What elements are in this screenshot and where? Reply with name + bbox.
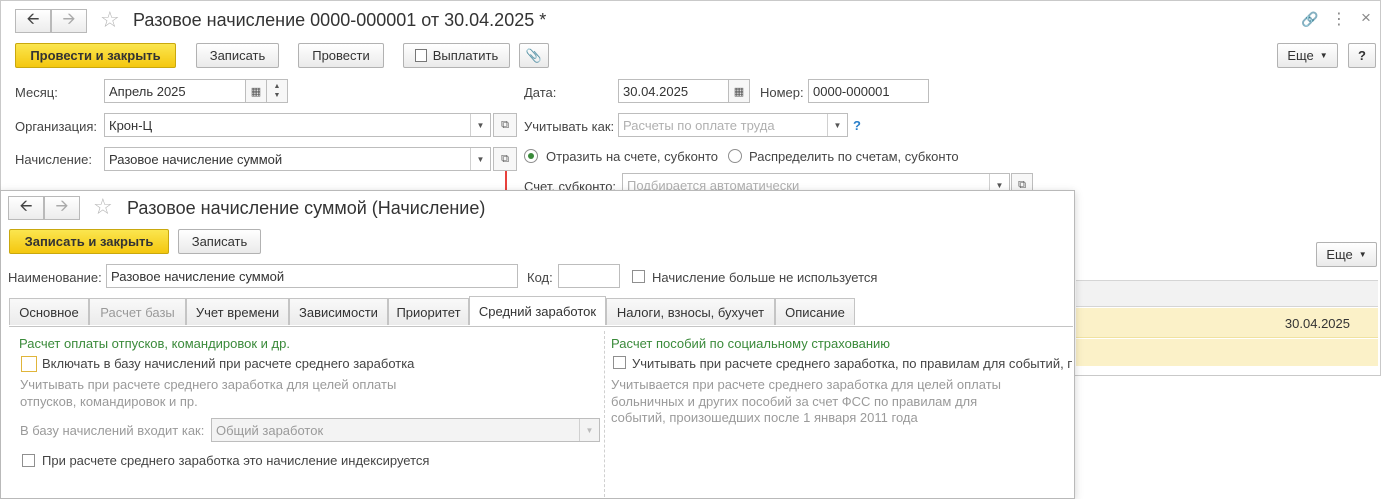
vacation-hint-line2: отпусков, командировок и пр. xyxy=(20,394,198,409)
favorite-star-icon[interactable]: ☆ xyxy=(100,9,120,31)
save-and-close-button[interactable]: Записать и закрыть xyxy=(9,229,169,254)
open-accrual-button[interactable]: ⧉ xyxy=(493,147,517,171)
organization-select[interactable]: Крон-Ц ▼ xyxy=(104,113,491,137)
radio-distribute-label: Распределить по счетам, субконто xyxy=(749,149,959,164)
table-more-button[interactable]: Еще ▼ xyxy=(1316,242,1377,267)
menu-dots-icon[interactable]: ⋮ xyxy=(1331,9,1347,29)
document-icon xyxy=(414,49,427,62)
account-as-label: Учитывать как: xyxy=(524,119,615,134)
account-as-select[interactable]: Расчеты по оплате труда ▼ xyxy=(618,113,848,137)
document-title: Разовое начисление 0000-000001 от 30.04.… xyxy=(133,10,547,30)
not-used-checkbox[interactable] xyxy=(632,270,645,283)
tab-bar: Основное Расчет базы Учет времени Зависи… xyxy=(9,296,1073,327)
social-insurance-heading: Расчет пособий по социальному страховани… xyxy=(611,336,891,351)
tab-priority[interactable]: Приоритет xyxy=(388,298,469,325)
include-base-label: Включать в базу начислений при расчете с… xyxy=(42,356,415,371)
date-input[interactable]: 30.04.2025 xyxy=(618,79,730,103)
indexed-checkbox[interactable] xyxy=(22,454,35,467)
favorite-star-icon[interactable]: ☆ xyxy=(93,196,113,218)
chevron-down-icon: ▼ xyxy=(470,148,490,170)
table-row[interactable]: 30.04.2025 xyxy=(1076,308,1378,338)
more-button[interactable]: Еще ▼ xyxy=(1277,43,1338,68)
pay-button[interactable]: Выплатить xyxy=(403,43,510,68)
table-row[interactable] xyxy=(1076,339,1378,366)
accrual-window: 🡨 🡪 ☆ Разовое начисление суммой (Начисле… xyxy=(0,190,1075,499)
code-label: Код: xyxy=(527,270,553,285)
organization-label: Организация: xyxy=(15,119,98,134)
date-label: Дата: xyxy=(524,85,557,100)
save-button[interactable]: Записать xyxy=(178,229,261,254)
open-window-icon: ⧉ xyxy=(501,152,509,165)
code-input[interactable] xyxy=(558,264,620,288)
vacation-section-heading: Расчет оплаты отпусков, командировок и д… xyxy=(19,336,290,351)
close-icon[interactable]: × xyxy=(1361,8,1371,28)
tab-description[interactable]: Описание xyxy=(775,298,855,325)
base-as-select[interactable]: Общий заработок ▼ xyxy=(211,418,600,442)
base-as-label: В базу начислений входит как: xyxy=(20,423,205,438)
open-organization-button[interactable]: ⧉ xyxy=(493,113,517,137)
help-button[interactable]: ? xyxy=(1348,43,1376,68)
chevron-down-icon: ▼ xyxy=(579,419,599,441)
account-as-help-link[interactable]: ? xyxy=(853,118,861,133)
arrow-right-icon: 🡪 xyxy=(55,197,69,215)
column-divider xyxy=(604,331,605,497)
chevron-down-icon: ▼ xyxy=(273,92,281,99)
name-input[interactable]: Разовое начисление суммой xyxy=(106,264,518,288)
include-base-checkbox[interactable] xyxy=(21,356,37,372)
indexed-label: При расчете среднего заработка это начис… xyxy=(42,453,430,468)
tab-base-calculation[interactable]: Расчет базы xyxy=(89,298,186,325)
arrow-left-icon: 🡨 xyxy=(19,197,33,215)
calendar-icon: ▦ xyxy=(733,85,745,98)
calendar-icon: ▦ xyxy=(250,85,262,98)
back-button[interactable]: 🡨 xyxy=(15,9,51,33)
month-input[interactable]: Апрель 2025 xyxy=(104,79,246,103)
back-button[interactable]: 🡨 xyxy=(8,196,44,220)
link-icon[interactable]: 🔗 xyxy=(1301,11,1318,28)
post-button[interactable]: Провести xyxy=(298,43,384,68)
chevron-down-icon: ▼ xyxy=(470,114,490,136)
radio-distribute[interactable] xyxy=(728,149,742,163)
social-hint-line2: больничных и других пособий за счет ФСС … xyxy=(611,394,978,409)
arrow-right-icon: 🡪 xyxy=(62,10,76,28)
number-label: Номер: xyxy=(760,85,804,100)
accrual-window-title: Разовое начисление суммой (Начисление) xyxy=(127,198,486,218)
paperclip-icon: 📎 xyxy=(525,47,543,63)
not-used-label: Начисление больше не используется xyxy=(652,270,878,285)
month-stepper[interactable]: ▲ ▼ xyxy=(266,79,288,103)
consider-events-label: Учитывать при расчете среднего заработка… xyxy=(632,356,1072,371)
social-hint-line1: Учитывается при расчете среднего заработ… xyxy=(611,377,1001,392)
consider-events-checkbox[interactable] xyxy=(613,356,626,369)
number-input[interactable]: 0000-000001 xyxy=(808,79,929,103)
chevron-down-icon: ▼ xyxy=(1319,51,1328,60)
forward-button[interactable]: 🡪 xyxy=(44,196,80,220)
chevron-down-icon: ▼ xyxy=(1358,250,1367,259)
social-hint-line3: событий, произошедших после 1 января 201… xyxy=(611,410,918,425)
radio-reflect-on-account[interactable] xyxy=(524,149,538,163)
chevron-down-icon: ▼ xyxy=(827,114,847,136)
date-calendar-button[interactable]: ▦ xyxy=(728,79,750,103)
month-label: Месяц: xyxy=(15,85,58,100)
row-date: 30.04.2025 xyxy=(1284,316,1350,331)
accrual-select[interactable]: Разовое начисление суммой ▼ xyxy=(104,147,491,171)
tab-main[interactable]: Основное xyxy=(9,298,89,325)
accrual-label: Начисление: xyxy=(15,152,92,167)
attach-button[interactable]: 📎 xyxy=(519,43,549,68)
arrow-left-icon: 🡨 xyxy=(26,10,40,28)
open-window-icon: ⧉ xyxy=(501,118,509,131)
tab-time-accounting[interactable]: Учет времени xyxy=(186,298,289,325)
post-and-close-button[interactable]: Провести и закрыть xyxy=(15,43,176,68)
vacation-hint-line1: Учитывать при расчете среднего заработка… xyxy=(20,377,397,392)
name-label: Наименование: xyxy=(8,270,102,285)
chevron-up-icon: ▲ xyxy=(273,83,281,90)
calendar-button[interactable]: ▦ xyxy=(245,79,267,103)
save-button[interactable]: Записать xyxy=(196,43,279,68)
table-header xyxy=(1076,280,1378,307)
tab-dependencies[interactable]: Зависимости xyxy=(289,298,388,325)
tab-taxes[interactable]: Налоги, взносы, бухучет xyxy=(606,298,775,325)
forward-button[interactable]: 🡪 xyxy=(51,9,87,33)
tab-average-earnings[interactable]: Средний заработок xyxy=(469,296,606,325)
radio-reflect-label: Отразить на счете, субконто xyxy=(546,149,719,164)
